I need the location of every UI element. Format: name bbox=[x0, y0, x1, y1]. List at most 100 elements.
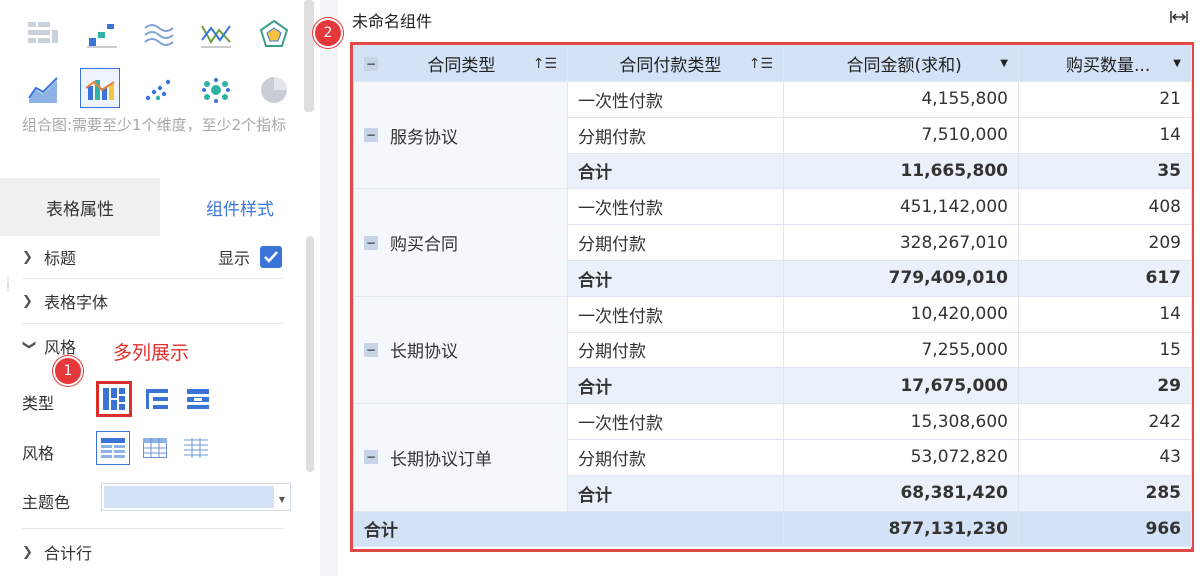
show-title-checkbox[interactable] bbox=[260, 246, 282, 268]
grand-total-amount: 877,131,230 bbox=[783, 510, 1019, 548]
section-style-label: 风格 bbox=[44, 338, 77, 357]
cross-type-button[interactable] bbox=[180, 381, 216, 417]
qty-cell: 15 bbox=[1018, 331, 1192, 369]
table-style-1-icon bbox=[101, 438, 125, 458]
pie-icon[interactable] bbox=[254, 70, 294, 110]
table-header-row: − 合同类型 ↑☰ 合同付款类型 ↑☰ 合同金额(求和) ▼ 购买数量... ▼ bbox=[353, 45, 1192, 82]
subtotal-amount: 68,381,420 bbox=[783, 474, 1019, 512]
panel-tabs: 表格属性 组件样式 bbox=[0, 178, 320, 236]
divider bbox=[22, 323, 284, 324]
subtotal-qty: 617 bbox=[1018, 259, 1192, 297]
multi-column-type-button[interactable] bbox=[96, 381, 132, 417]
payment-type-cell: 分期付款 bbox=[567, 438, 784, 476]
style-option-1[interactable] bbox=[96, 431, 130, 465]
header-payment-type[interactable]: 合同付款类型 ↑☰ bbox=[567, 45, 784, 82]
scrollbar-panel[interactable] bbox=[306, 236, 314, 472]
section-title-label: 标题 bbox=[44, 249, 77, 268]
show-label: 显示 bbox=[217, 249, 250, 268]
subtotal-amount: 17,675,000 bbox=[783, 367, 1019, 405]
section-table-font[interactable]: ❯ 表格字体 bbox=[22, 280, 282, 322]
amount-cell: 4,155,800 bbox=[783, 81, 1019, 118]
style-annotation: 多列展示 bbox=[113, 342, 190, 364]
style-option-2[interactable] bbox=[138, 431, 172, 465]
grand-total-qty: 966 bbox=[1018, 510, 1192, 548]
collapse-all-icon[interactable]: − bbox=[364, 56, 378, 71]
grand-total-label: 合计 bbox=[353, 510, 784, 548]
dropdown-arrow-icon[interactable]: ▼ bbox=[1000, 58, 1008, 69]
subtotal-amount: 11,665,800 bbox=[783, 152, 1019, 190]
combo-chart-icon[interactable] bbox=[80, 68, 120, 108]
tab-table-properties[interactable]: 表格属性 bbox=[0, 178, 160, 236]
grouped-grid-icon[interactable] bbox=[23, 14, 63, 54]
bubble-icon[interactable] bbox=[196, 70, 236, 110]
table-body: − 服务协议 一次性付款 4,155,800 21 分期付款 7,510,000 14 合计 11… bbox=[353, 80, 1192, 548]
section-title[interactable]: ❯ 标题 显示 bbox=[22, 236, 282, 278]
tree-list-icon bbox=[146, 389, 168, 409]
tab-component-style[interactable]: 组件样式 bbox=[160, 178, 320, 236]
multi-column-icon bbox=[103, 388, 125, 410]
expand-width-icon[interactable] bbox=[1170, 10, 1188, 24]
sort-icon[interactable]: ↑☰ bbox=[533, 56, 557, 72]
style-option-3[interactable] bbox=[179, 431, 213, 465]
subtotal-label: 合计 bbox=[567, 367, 784, 405]
header-label: 合同类型 bbox=[427, 56, 496, 76]
qty-cell: 408 bbox=[1018, 188, 1192, 226]
dropdown-arrow-icon[interactable]: ▼ bbox=[1173, 58, 1181, 69]
subtotal-qty: 35 bbox=[1018, 152, 1192, 190]
theme-color-swatch bbox=[104, 486, 274, 508]
qty-cell: 209 bbox=[1018, 224, 1192, 261]
cross-table-icon bbox=[187, 389, 209, 409]
component-title[interactable]: 未命名组件 bbox=[352, 8, 432, 32]
payment-type-cell: 分期付款 bbox=[567, 116, 784, 154]
payment-type-cell: 分期付款 bbox=[567, 224, 784, 261]
panel-gap bbox=[320, 0, 338, 576]
data-table-frame: − 合同类型 ↑☰ 合同付款类型 ↑☰ 合同金额(求和) ▼ 购买数量... ▼… bbox=[350, 42, 1194, 552]
group-cell: − 购买合同 bbox=[353, 188, 568, 297]
collapse-group-icon[interactable]: − bbox=[364, 450, 378, 465]
subtotal-label: 合计 bbox=[567, 259, 784, 297]
section-total-label: 合计行 bbox=[44, 544, 93, 563]
qty-cell: 14 bbox=[1018, 116, 1192, 154]
style-label: 风格 bbox=[22, 444, 55, 463]
show-title-toggle: 显示 bbox=[218, 245, 282, 269]
drag-handle-icon[interactable]: ⋮ ⋮ bbox=[3, 278, 13, 294]
table-row: − 购买合同 一次性付款 451,142,000 408 bbox=[353, 188, 1192, 297]
payment-type-cell: 一次性付款 bbox=[567, 403, 784, 440]
theme-color-select[interactable]: ▼ bbox=[101, 483, 291, 511]
header-label: 合同金额(求和) bbox=[846, 56, 962, 76]
table-style-3-icon bbox=[184, 438, 208, 458]
step-badge-2: 2 bbox=[313, 18, 343, 48]
divider bbox=[22, 528, 284, 529]
check-icon bbox=[264, 251, 278, 263]
divider bbox=[22, 278, 284, 279]
header-contract-amount[interactable]: 合同金额(求和) ▼ bbox=[783, 45, 1019, 82]
chart-hint: 组合图:需要至少1个维度，至少2个指标 bbox=[22, 116, 287, 134]
collapse-group-icon[interactable]: − bbox=[364, 342, 378, 357]
collapse-group-icon[interactable]: − bbox=[364, 128, 378, 143]
bar-step-icon[interactable] bbox=[82, 14, 122, 54]
chart-type-picker: 组合图:需要至少1个维度，至少2个指标 bbox=[0, 0, 304, 178]
scatter-icon[interactable] bbox=[139, 70, 179, 110]
section-font-label: 表格字体 bbox=[44, 293, 109, 312]
tree-type-button[interactable] bbox=[139, 381, 175, 417]
chevron-down-icon: ❯ bbox=[21, 339, 37, 350]
subtotal-qty: 29 bbox=[1018, 367, 1192, 405]
table-row: − 长期协议订单 一次性付款 15,308,600 242 bbox=[353, 403, 1192, 512]
header-purchase-qty[interactable]: 购买数量... ▼ bbox=[1018, 45, 1192, 82]
collapse-group-icon[interactable]: − bbox=[364, 235, 378, 250]
line-cross-icon[interactable] bbox=[196, 14, 236, 54]
line-wave-icon[interactable] bbox=[139, 14, 179, 54]
scrollbar-top[interactable] bbox=[304, 0, 314, 112]
sort-icon[interactable]: ↑☰ bbox=[749, 56, 773, 72]
section-total-row[interactable]: ❯ 合计行 bbox=[22, 531, 282, 573]
header-label: 购买数量... bbox=[1066, 56, 1151, 76]
chevron-right-icon: ❯ bbox=[22, 249, 33, 265]
amount-cell: 7,510,000 bbox=[783, 116, 1019, 154]
chevron-right-icon: ❯ bbox=[22, 293, 33, 309]
group-name: 长期协议 bbox=[390, 342, 458, 363]
area-line-icon[interactable] bbox=[23, 70, 63, 110]
radar-icon[interactable] bbox=[254, 14, 294, 54]
step-badge-1: 1 bbox=[53, 356, 83, 386]
qty-cell: 14 bbox=[1018, 295, 1192, 333]
header-contract-type[interactable]: − 合同类型 ↑☰ bbox=[353, 45, 568, 82]
